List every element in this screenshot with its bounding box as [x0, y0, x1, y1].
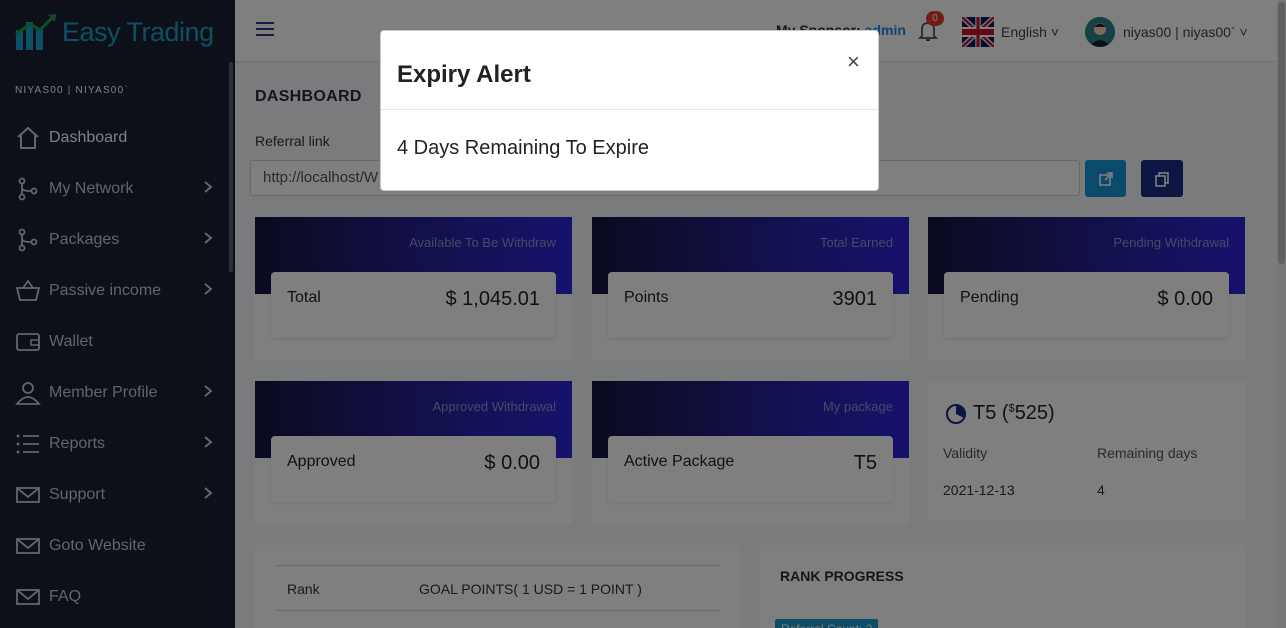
modal-divider: [381, 109, 878, 110]
expiry-alert-modal: Expiry Alert × 4 Days Remaining To Expir…: [380, 30, 879, 191]
modal-title: Expiry Alert: [397, 61, 531, 88]
close-icon[interactable]: ×: [847, 49, 860, 75]
modal-message: 4 Days Remaining To Expire: [397, 137, 649, 159]
